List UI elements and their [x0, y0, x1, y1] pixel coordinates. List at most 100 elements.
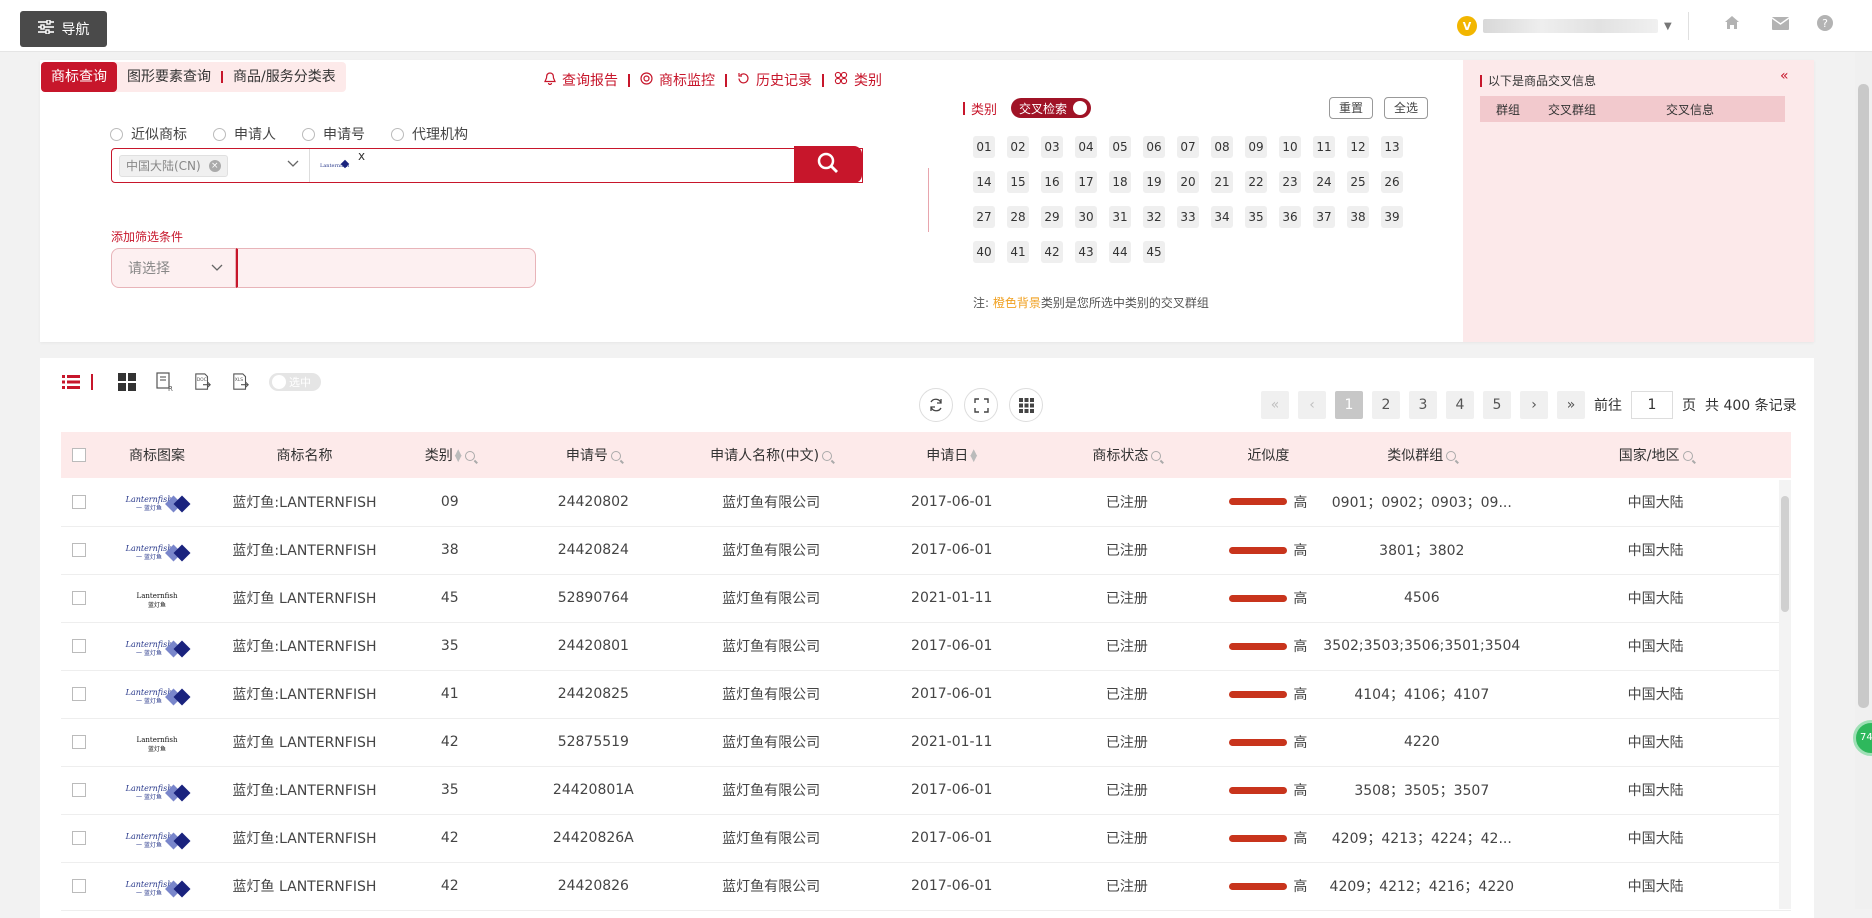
refresh-icon[interactable] [919, 388, 953, 422]
select-all-button[interactable]: 全选 [1384, 97, 1429, 119]
class-number[interactable]: 19 [1143, 171, 1165, 193]
class-number[interactable]: 24 [1313, 171, 1335, 193]
class-number[interactable]: 29 [1041, 206, 1063, 228]
checkbox[interactable] [71, 448, 86, 462]
link-history[interactable]: 历史记录 [727, 70, 822, 90]
trademark-logo[interactable]: Lanternfish 蓝灯鱼 [137, 592, 178, 610]
header-region[interactable]: 国家/地区 [1520, 432, 1791, 478]
class-number[interactable]: 40 [973, 241, 995, 263]
radio-agency[interactable]: 代理机构 [391, 124, 468, 144]
class-number[interactable]: 34 [1211, 206, 1233, 228]
class-number[interactable]: 37 [1313, 206, 1335, 228]
cell-select[interactable] [61, 670, 97, 719]
class-number[interactable]: 02 [1007, 136, 1029, 158]
fullscreen-icon[interactable] [964, 388, 998, 422]
trademark-logo[interactable]: Lanternfish 一 蓝灯鱼 [126, 880, 191, 898]
table-row[interactable]: Lanternfish 蓝灯鱼 蓝灯鱼 LANTERNFISH 45 52890764 蓝… [61, 574, 1791, 623]
cell-select[interactable] [61, 478, 97, 527]
table-row[interactable]: Lanternfish 一 蓝灯鱼 蓝灯鱼:LANTERNFISH 09 2442080… [61, 478, 1791, 527]
trademark-logo[interactable]: Lanternfish 一 蓝灯鱼 [126, 832, 191, 850]
search-icon[interactable] [1151, 451, 1162, 461]
checkbox[interactable] [71, 639, 86, 653]
checkbox[interactable] [71, 591, 86, 605]
cell-select[interactable] [61, 766, 97, 815]
class-number[interactable]: 39 [1381, 206, 1403, 228]
class-number[interactable]: 23 [1279, 171, 1301, 193]
page-3[interactable]: 3 [1409, 391, 1437, 419]
country-select[interactable]: 中国大陆(CN) × [112, 149, 310, 182]
mail-icon[interactable] [1770, 15, 1790, 35]
class-number[interactable]: 01 [973, 136, 995, 158]
page-2[interactable]: 2 [1372, 391, 1400, 419]
class-number[interactable]: 03 [1041, 136, 1063, 158]
table-row[interactable]: Lanternfish 一 蓝灯鱼 蓝灯鱼:LANTERNFISH 42 2442082… [61, 814, 1791, 863]
header-groups[interactable]: 类似群组 [1323, 432, 1521, 478]
columns-icon[interactable] [1009, 388, 1043, 422]
scrollbar-thumb[interactable] [1858, 84, 1869, 708]
class-number[interactable]: 20 [1177, 171, 1199, 193]
scrollbar-thumb[interactable] [1781, 496, 1789, 612]
class-number[interactable]: 21 [1211, 171, 1233, 193]
cell-image[interactable]: Lanternfish 一 蓝灯鱼 [96, 478, 218, 527]
class-number[interactable]: 10 [1279, 136, 1301, 158]
cross-search-toggle[interactable]: 交叉检索 [1011, 98, 1092, 118]
class-number[interactable]: 14 [973, 171, 995, 193]
link-monitor[interactable]: 商标监控 [630, 70, 725, 90]
report-icon[interactable]: R [155, 372, 175, 392]
grid-view-icon[interactable] [117, 372, 137, 392]
class-number[interactable]: 44 [1109, 241, 1131, 263]
search-icon[interactable] [1682, 451, 1693, 461]
search-icon[interactable] [1446, 451, 1457, 461]
cell-image[interactable]: Lanternfish 一 蓝灯鱼 [96, 526, 218, 575]
cell-image[interactable]: Lanternfish 一 蓝灯鱼 [96, 862, 218, 911]
cell-select[interactable] [61, 526, 97, 575]
class-number[interactable]: 42 [1041, 241, 1063, 263]
checkbox[interactable] [71, 543, 86, 557]
class-number[interactable]: 35 [1245, 206, 1267, 228]
reset-button[interactable]: 重置 [1329, 97, 1374, 119]
cell-image[interactable]: Lanternfish 一 蓝灯鱼 [96, 622, 218, 671]
class-number[interactable]: 13 [1381, 136, 1403, 158]
page-scrollbar[interactable] [1855, 52, 1872, 909]
class-number[interactable]: 43 [1075, 241, 1097, 263]
cell-image[interactable]: Lanternfish 一 蓝灯鱼 [96, 766, 218, 815]
cell-select[interactable] [61, 862, 97, 911]
class-number[interactable]: 22 [1245, 171, 1267, 193]
class-number[interactable]: 30 [1075, 206, 1097, 228]
class-number[interactable]: 25 [1347, 171, 1369, 193]
header-status[interactable]: 商标状态 [1040, 432, 1214, 478]
class-number[interactable]: 12 [1347, 136, 1369, 158]
nav-button[interactable]: 导航 [20, 11, 107, 47]
cell-image[interactable]: Lanternfish 蓝灯鱼 [96, 574, 218, 623]
tab-figure-search[interactable]: 图形要素查询 [117, 62, 221, 92]
radio-applicant[interactable]: 申请人 [213, 124, 276, 144]
table-row[interactable]: Lanternfish 一 蓝灯鱼 蓝灯鱼 LANTERNFISH 42 2442082… [61, 862, 1791, 911]
page-1[interactable]: 1 [1335, 391, 1363, 419]
class-number[interactable]: 27 [973, 206, 995, 228]
cell-select[interactable] [61, 622, 97, 671]
cell-select[interactable] [61, 574, 97, 623]
tab-trademark-search[interactable]: 商标查询 [41, 62, 117, 92]
tab-class-table[interactable]: 商品/服务分类表 [223, 62, 346, 92]
checkbox[interactable] [71, 831, 86, 845]
sort-icon[interactable]: ▲ ▼ [455, 449, 462, 464]
list-view-icon[interactable] [61, 372, 81, 392]
checkbox[interactable] [71, 735, 86, 749]
chip-remove-icon[interactable]: × [208, 159, 221, 172]
class-number[interactable]: 41 [1007, 241, 1029, 263]
export-xls-icon[interactable]: XLS [231, 372, 251, 392]
home-icon[interactable] [1722, 15, 1742, 35]
search-icon[interactable] [822, 451, 833, 461]
page-5[interactable]: 5 [1483, 391, 1511, 419]
filter-select[interactable]: 请选择 [111, 248, 236, 288]
cell-select[interactable] [61, 718, 97, 767]
trademark-logo[interactable]: Lanternfish 一 蓝灯鱼 [126, 495, 191, 513]
class-number[interactable]: 33 [1177, 206, 1199, 228]
header-class[interactable]: 类别 ▲ ▼ [391, 432, 508, 478]
table-row[interactable]: Lanternfish 一 蓝灯鱼 蓝灯鱼:LANTERNFISH 35 2442080… [61, 622, 1791, 671]
first-page-icon[interactable]: « [1261, 391, 1289, 419]
class-number[interactable]: 45 [1143, 241, 1165, 263]
remove-query-image[interactable]: x [358, 149, 365, 163]
class-number[interactable]: 04 [1075, 136, 1097, 158]
class-number[interactable]: 18 [1109, 171, 1131, 193]
